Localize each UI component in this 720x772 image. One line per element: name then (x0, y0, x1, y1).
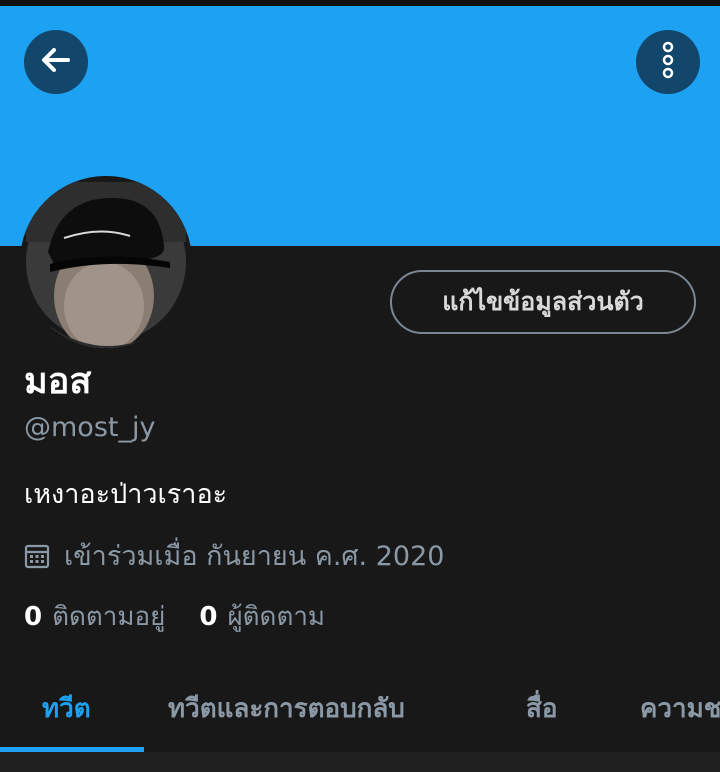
followers-label: ผู้ติดตาม (227, 602, 326, 632)
following-label: ติดตามอยู่ (52, 602, 166, 632)
calendar-icon (24, 543, 50, 569)
profile-bio: เหงาอะป่าวเราอะ (24, 479, 228, 510)
back-button[interactable] (24, 30, 88, 94)
arrow-left-icon (38, 42, 74, 82)
more-vertical-icon (658, 40, 678, 84)
followers-link[interactable]: 0 ผู้ติดตาม (199, 596, 325, 637)
join-date-text: เข้าร่วมเมื่อ กันยายน ค.ศ. 2020 (64, 541, 445, 572)
follow-stats: 0 ติดตามอยู่ 0 ผู้ติดตาม (24, 596, 325, 637)
followers-count: 0 (199, 601, 218, 632)
profile-screen: แก้ไขข้อมูลส่วนตัว มอส @most_jy เหงาอะป่… (0, 0, 720, 772)
following-count: 0 (24, 601, 43, 632)
avatar[interactable] (20, 176, 192, 348)
more-options-button[interactable] (636, 30, 700, 94)
tab-media[interactable]: สื่อ (526, 662, 557, 754)
tab-tweets[interactable]: ทวีต (42, 662, 91, 754)
join-date: เข้าร่วมเมื่อ กันยายน ค.ศ. 2020 (24, 534, 444, 577)
display-name: มอส (24, 361, 92, 402)
tab-likes[interactable]: ความชอบ (640, 662, 720, 754)
tab-tweets-and-replies[interactable]: ทวีตและการตอบกลับ (168, 662, 405, 754)
user-handle: @most_jy (24, 412, 156, 443)
edit-profile-button[interactable]: แก้ไขข้อมูลส่วนตัว (390, 270, 696, 334)
profile-tabs: ทวีต ทวีตและการตอบกลับ สื่อ ความชอบ (0, 662, 720, 754)
tabs-divider (0, 752, 720, 772)
following-link[interactable]: 0 ติดตามอยู่ (24, 596, 165, 637)
